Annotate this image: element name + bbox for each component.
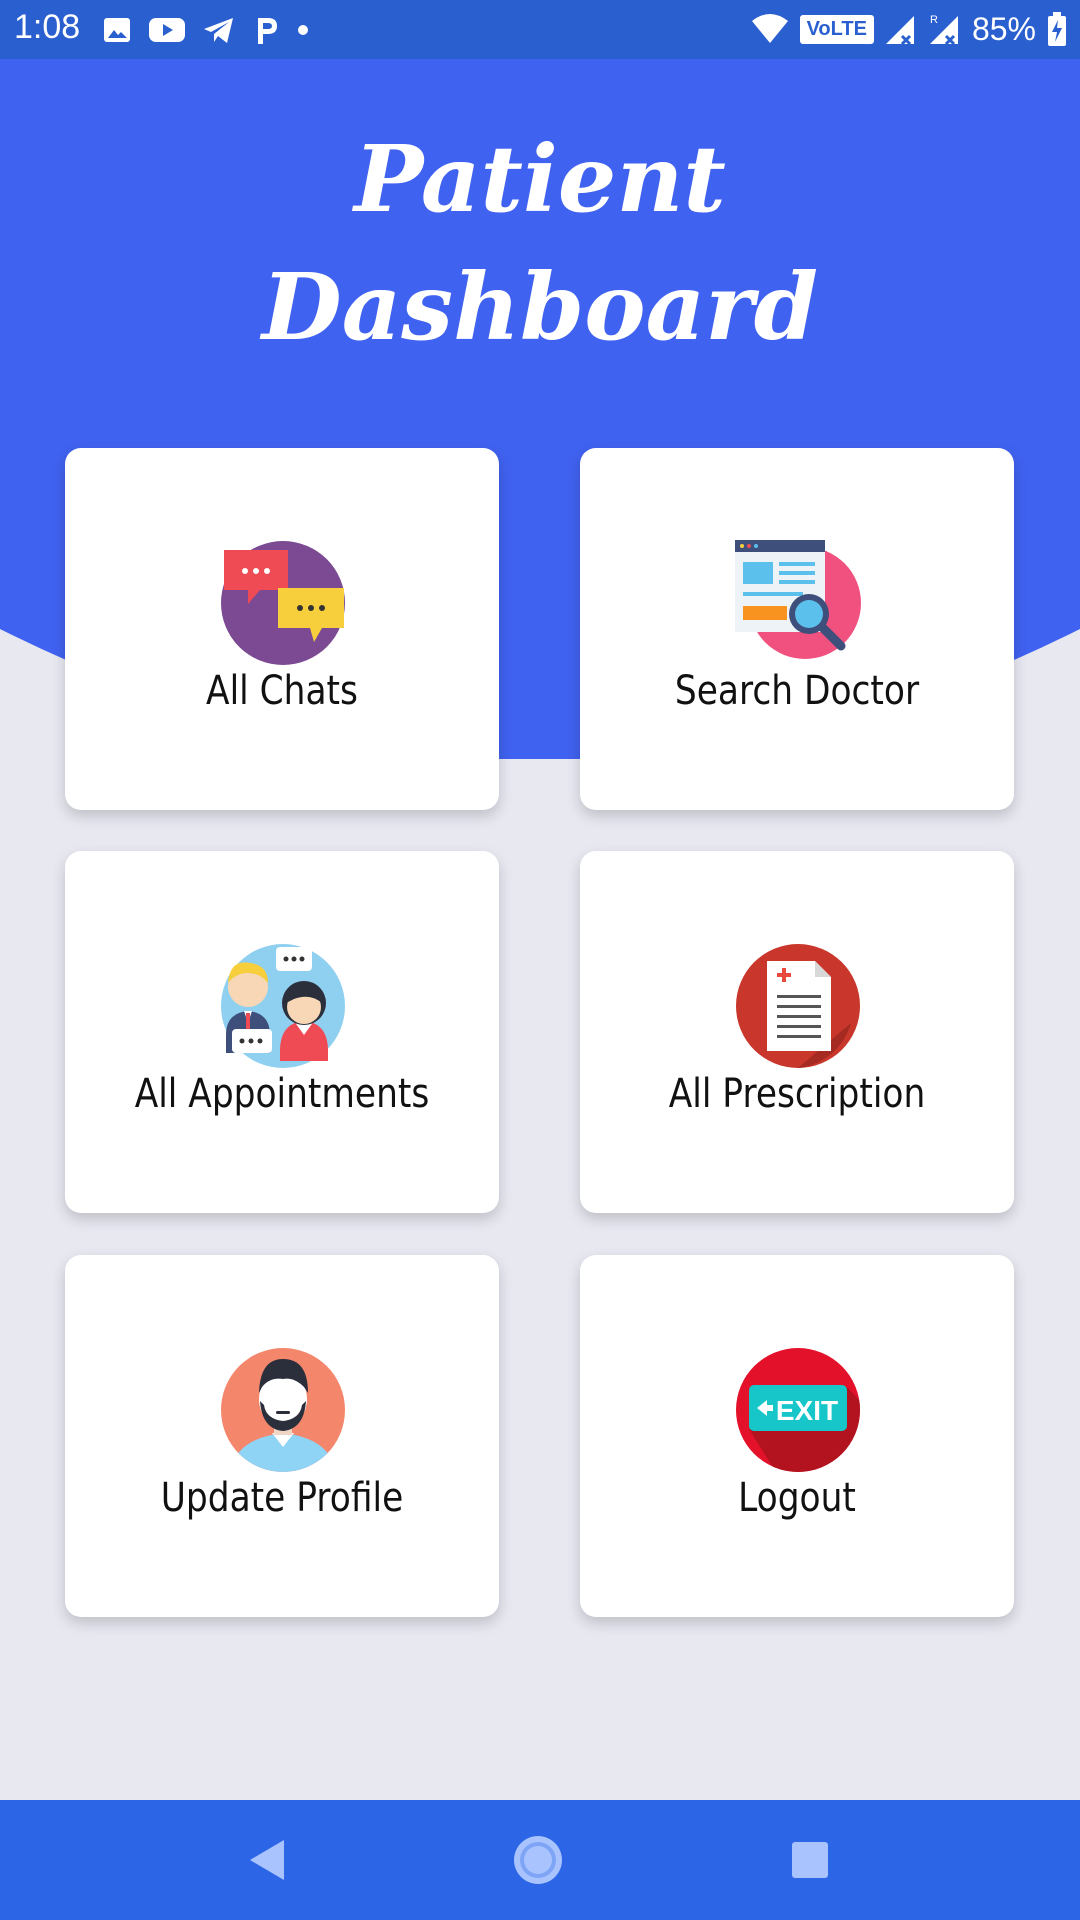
- status-bar: 1:08 VoLTE R 85%: [0, 0, 1080, 59]
- image-icon: [104, 18, 130, 42]
- exit-sign-text: EXIT: [776, 1395, 838, 1426]
- update-profile-label: Update Profile: [160, 1475, 404, 1521]
- logout-label: Logout: [738, 1475, 856, 1521]
- all-prescription-card[interactable]: All Prescription: [580, 851, 1014, 1213]
- all-prescription-label: All Prescription: [668, 1071, 926, 1117]
- youtube-icon: [149, 18, 185, 42]
- all-appointments-label: All Appointments: [134, 1071, 430, 1117]
- svg-text:R: R: [930, 14, 938, 26]
- recents-button[interactable]: [780, 1830, 840, 1890]
- dot-icon: [298, 25, 308, 35]
- back-button[interactable]: [238, 1830, 298, 1890]
- home-button[interactable]: [508, 1830, 568, 1890]
- notification-icons: [102, 12, 310, 48]
- exit-sign-icon: EXIT: [736, 1348, 860, 1472]
- wifi-icon: [751, 14, 788, 43]
- status-time: 1:08: [14, 8, 81, 46]
- all-chats-card[interactable]: All Chats: [65, 448, 499, 810]
- signal-icon: [885, 16, 914, 46]
- volte-badge: VoLTE: [799, 14, 874, 44]
- all-appointments-card[interactable]: All Appointments: [65, 851, 499, 1213]
- all-chats-label: All Chats: [206, 668, 358, 714]
- system-indicators: VoLTE R 85%: [750, 8, 1068, 50]
- telegram-icon: [204, 18, 233, 43]
- user-avatar-icon: [221, 1348, 345, 1472]
- prescription-document-icon: [736, 944, 860, 1068]
- people-conversation-icon: [221, 944, 345, 1068]
- search-document-icon: [735, 540, 861, 659]
- navigation-bar: [0, 1800, 1080, 1920]
- battery-percent: 85%: [971, 10, 1036, 47]
- roaming-signal-icon: R: [929, 14, 958, 46]
- title-line-1: Patient: [354, 125, 726, 233]
- logout-card[interactable]: EXIT Logout: [580, 1255, 1014, 1617]
- battery-charging-icon: [1048, 12, 1066, 46]
- chat-bubbles-icon: [221, 541, 345, 665]
- search-doctor-card[interactable]: Search Doctor: [580, 448, 1014, 810]
- search-doctor-label: Search Doctor: [674, 668, 920, 714]
- p-app-icon: [258, 18, 277, 44]
- page-title: Patient Dashboard: [0, 115, 1080, 371]
- title-line-2: Dashboard: [261, 253, 819, 361]
- update-profile-card[interactable]: Update Profile: [65, 1255, 499, 1617]
